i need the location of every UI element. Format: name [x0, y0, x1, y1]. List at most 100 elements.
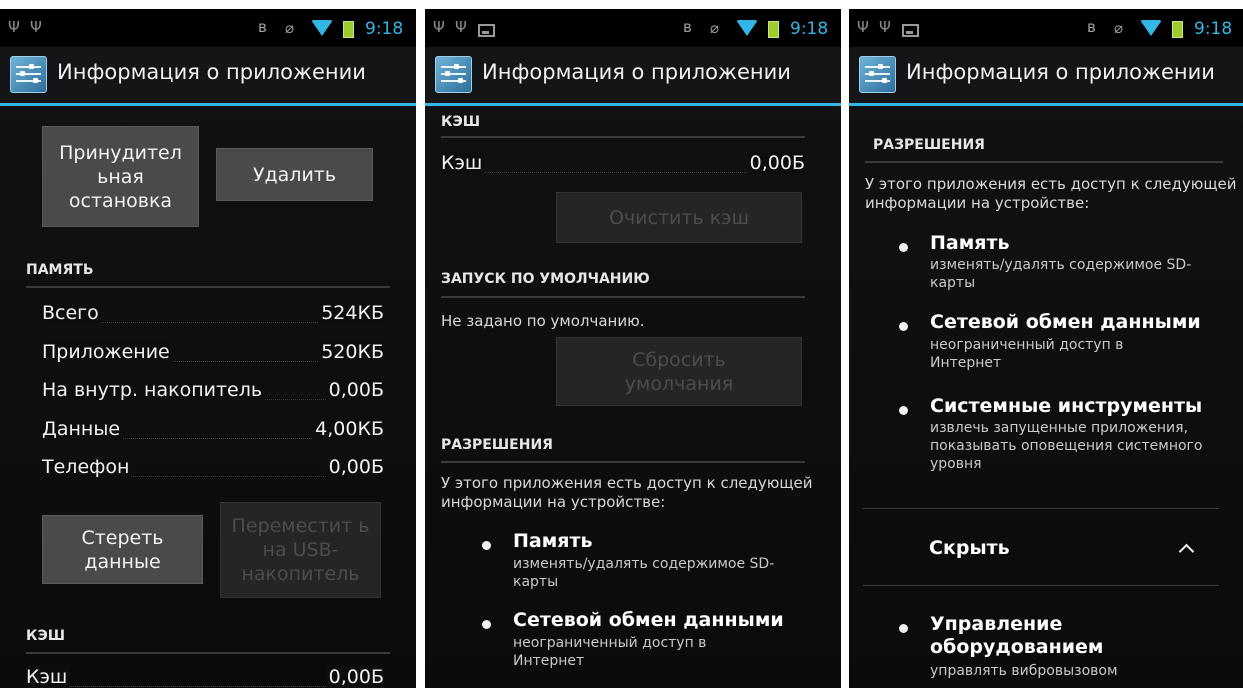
permissions-intro: У этого приложения есть доступ к следующ… [865, 175, 1237, 212]
usb-icon: Ψ [30, 18, 42, 36]
permission-desc: изменять/удалять содержимое SD-карты [513, 556, 775, 590]
usb-icon: Ψ [879, 18, 891, 36]
image-notification-icon [902, 24, 919, 37]
status-bar: Ψ Ψ ʙ ⌀ 9:18 [849, 9, 1243, 47]
battery-icon [343, 21, 354, 38]
row-label: На внутр. накопитель [42, 379, 265, 401]
storage-row-app: Приложение 520КБ [42, 341, 384, 367]
permission-title: Управление оборудованием [930, 613, 1104, 658]
action-bar: Информация о приложении [849, 47, 1243, 106]
bullet-icon [899, 322, 908, 331]
row-label: Телефон [42, 456, 132, 478]
permission-title: Сетевой обмен данными [930, 311, 1201, 333]
row-value: 0,00Б [747, 152, 805, 174]
rotation-lock-icon: ⌀ [710, 19, 720, 37]
storage-row-internal: На внутр. накопитель 0,00Б [42, 379, 384, 405]
cache-section-header: КЭШ [441, 114, 481, 130]
row-label: Приложение [42, 341, 172, 363]
usb-icon: Ψ [8, 18, 20, 36]
bullet-icon [482, 541, 491, 550]
launch-default-header: ЗАПУСК ПО УМОЛЧАНИЮ [441, 271, 650, 287]
divider [441, 461, 805, 463]
row-value: 0,00Б [326, 666, 384, 688]
bullet-icon [899, 406, 908, 415]
row-label: Кэш [26, 666, 70, 688]
permission-title: Память [930, 232, 1010, 254]
clock: 9:18 [790, 19, 829, 39]
permission-title: Сетевой обмен данными [513, 609, 784, 631]
content: РАЗРЕШЕНИЯ У этого приложения есть досту… [849, 106, 1243, 688]
bluetooth-icon: ʙ [258, 18, 267, 36]
row-value: 0,00Б [326, 379, 384, 401]
hide-label: Скрыть [929, 537, 1010, 559]
permissions-intro: У этого приложения есть доступ к следующ… [441, 474, 813, 511]
content: КЭШ Кэш 0,00Б Очистить кэш ЗАПУСК ПО УМО… [425, 106, 841, 688]
divider [441, 136, 805, 138]
permission-title: Память [513, 530, 593, 552]
bluetooth-icon: ʙ [1087, 18, 1096, 36]
action-bar: Информация о приложении [0, 47, 416, 106]
clear-data-button[interactable]: Стереть данные [42, 515, 203, 584]
clock: 9:18 [365, 19, 404, 39]
bullet-icon [899, 624, 908, 633]
storage-row-total: Всего 524КБ [42, 302, 384, 328]
cache-section-header: КЭШ [26, 628, 66, 644]
chevron-up-icon [1178, 543, 1195, 560]
permissions-header: РАЗРЕШЕНИЯ [441, 437, 553, 453]
reset-defaults-button[interactable]: Сбросить умолчания [556, 337, 802, 406]
permission-desc: извлечь запущенные приложения, показыват… [930, 420, 1203, 472]
row-label: Данные [42, 418, 123, 440]
permission-desc: неограниченный доступ в Интернет [930, 337, 1124, 371]
action-bar-title: Информация о приложении [482, 60, 791, 84]
status-bar: Ψ Ψ ʙ ⌀ 9:18 [425, 9, 841, 47]
divider [865, 161, 1223, 163]
storage-row-phone: Телефон 0,00Б [42, 456, 384, 482]
divider [441, 296, 805, 298]
uninstall-button[interactable]: Удалить [216, 148, 373, 201]
no-defaults-text: Не задано по умолчанию. [441, 312, 645, 330]
move-to-usb-button[interactable]: Переместит ь на USB-накопитель [220, 502, 381, 598]
row-value: 520КБ [319, 341, 384, 363]
cache-row: Кэш 0,00Б [441, 152, 805, 178]
row-label: Кэш [441, 152, 485, 174]
content: Принудител ьная остановка Удалить ПАМЯТЬ… [0, 106, 416, 688]
permission-desc: изменять/удалять содержимое SD-карты [930, 257, 1192, 291]
storage-row-data: Данные 4,00КБ [42, 418, 384, 444]
permission-desc: управлять вибровызовом [930, 663, 1118, 679]
wifi-icon [1140, 20, 1162, 36]
clear-cache-button[interactable]: Очистить кэш [556, 192, 802, 243]
divider [26, 286, 390, 288]
screen-app-info-permissions: Ψ Ψ ʙ ⌀ 9:18 Информация о приложении РАЗ… [849, 9, 1243, 688]
row-label: Всего [42, 302, 101, 324]
wifi-icon [311, 20, 333, 36]
bullet-icon [482, 620, 491, 629]
settings-app-icon[interactable] [10, 56, 47, 93]
status-bar: Ψ Ψ ʙ ⌀ 9:18 [0, 9, 416, 47]
hide-permissions-toggle[interactable]: Скрыть [863, 509, 1219, 585]
action-bar: Информация о приложении [425, 47, 841, 106]
row-value: 4,00КБ [313, 418, 384, 440]
divider [26, 652, 390, 654]
action-bar-title: Информация о приложении [57, 60, 366, 84]
usb-icon: Ψ [455, 18, 467, 36]
rotation-lock-icon: ⌀ [285, 19, 295, 37]
screen-app-info-cache: Ψ Ψ ʙ ⌀ 9:18 Информация о приложении КЭШ… [425, 9, 841, 688]
usb-icon: Ψ [433, 18, 445, 36]
screen-app-info-storage: Ψ Ψ ʙ ⌀ 9:18 Информация о приложении При… [0, 9, 416, 688]
permissions-header: РАЗРЕШЕНИЯ [873, 137, 985, 153]
wifi-icon [736, 20, 758, 36]
memory-section-header: ПАМЯТЬ [26, 262, 94, 278]
bluetooth-icon: ʙ [683, 18, 692, 36]
battery-icon [768, 21, 779, 38]
clock: 9:18 [1194, 19, 1233, 39]
cache-row: Кэш 0,00Б [26, 666, 384, 688]
force-stop-button[interactable]: Принудител ьная остановка [42, 126, 199, 227]
permission-title: Системные инструменты [930, 395, 1203, 417]
row-value: 524КБ [319, 302, 384, 324]
settings-app-icon[interactable] [859, 56, 896, 93]
battery-icon [1172, 21, 1183, 38]
row-value: 0,00Б [326, 456, 384, 478]
settings-app-icon[interactable] [435, 56, 472, 93]
divider [863, 585, 1219, 586]
rotation-lock-icon: ⌀ [1114, 19, 1124, 37]
